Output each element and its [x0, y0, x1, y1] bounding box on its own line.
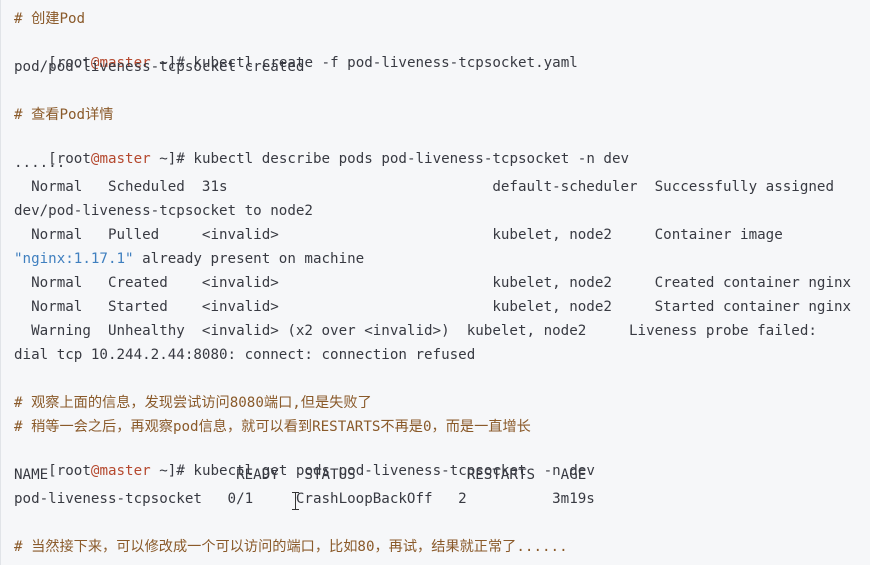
- output-ellipsis: ......: [14, 155, 66, 171]
- table-row: pod-liveness-tcpsocket 0/1 CrashLoopBack…: [14, 491, 595, 507]
- event-row-scheduled: Normal Scheduled 31s default-scheduler S…: [14, 179, 834, 195]
- comment-create-pod: # 创建Pod: [14, 11, 86, 27]
- event-row-started: Normal Started <invalid> kubelet, node2 …: [14, 299, 852, 315]
- comment-observe: # 观察上面的信息，发现尝试访问8080端口,但是失败了: [14, 395, 372, 411]
- code-block: # 创建Pod [root@master ~]# kubectl create …: [0, 0, 870, 565]
- comment-restarts: # 稍等一会之后，再观察pod信息，就可以看到RESTARTS不再是0，而是一直…: [14, 419, 531, 435]
- event-row-pulled-wrap: "nginx:1.17.1" already present on machin…: [14, 249, 364, 269]
- prompt-path: ~]#: [150, 151, 194, 167]
- command-line-get: [root@master ~]# kubectl get pods pod-li…: [14, 441, 595, 479]
- command-text: kubectl describe pods pod-liveness-tcpso…: [193, 151, 630, 167]
- command-line-describe: [root@master ~]# kubectl describe pods p…: [14, 129, 629, 167]
- event-row-scheduled-wrap: dev/pod-liveness-tcpsocket to node2: [14, 203, 313, 219]
- text-cursor-icon: [291, 492, 300, 510]
- event-row-unhealthy-wrap: dial tcp 10.244.2.44:8080: connect: conn…: [14, 347, 476, 363]
- event-row-unhealthy: Warning Unhealthy <invalid> (x2 over <in…: [14, 323, 817, 339]
- event-row-pulled: Normal Pulled <invalid> kubelet, node2 C…: [14, 227, 783, 243]
- event-row-created: Normal Created <invalid> kubelet, node2 …: [14, 275, 852, 291]
- prompt-host: master: [99, 151, 151, 167]
- pulled-wrap-text: already present on machine: [133, 251, 365, 267]
- command-line-create: [root@master ~]# kubectl create -f pod-l…: [14, 33, 578, 71]
- table-header: NAME READY STATUS RESTARTS AGE: [14, 467, 587, 483]
- comment-describe-pod: # 查看Pod详情: [14, 107, 114, 123]
- comment-next-steps: # 当然接下来，可以修改成一个可以访问的端口，比如80，再试，结果就正常了...…: [14, 539, 568, 555]
- output-created: pod/pod-liveness-tcpsocket created: [14, 59, 305, 75]
- image-string: "nginx:1.17.1": [14, 251, 134, 267]
